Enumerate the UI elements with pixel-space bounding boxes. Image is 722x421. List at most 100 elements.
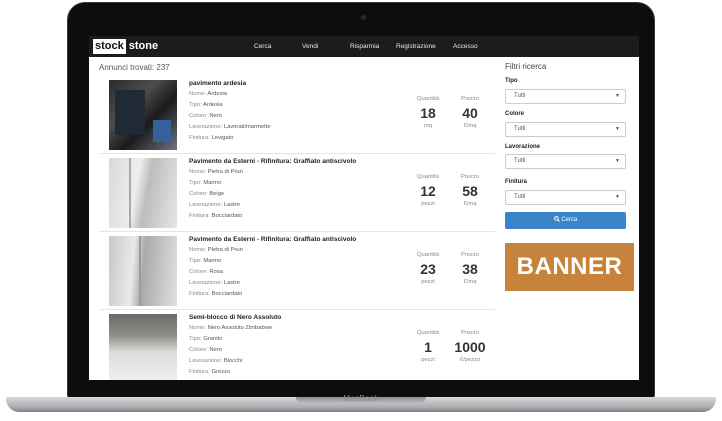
listing-title[interactable]: Pavimento da Esterni - Rifinitura: Graff… <box>189 236 356 243</box>
results-count: Annunci trovati: 237 <box>99 63 170 72</box>
attr-value: Pietra di Prun <box>207 247 243 253</box>
listing-attr-lavorazione: Lavorazione: Lastre <box>189 202 240 208</box>
listing-item[interactable]: pavimento ardesia Nome: Ardesia Tipo: Ar… <box>99 76 495 154</box>
attr-value: Nero <box>209 347 222 353</box>
price-label: Prezzo <box>460 330 480 336</box>
listing-attr-nome: Nome: Nero Assoluto Zimbabwe <box>189 325 272 331</box>
quantity-unit: pezzi <box>421 357 435 363</box>
attr-label: Lavorazione: <box>189 124 223 130</box>
filter-select-value: Tutti <box>514 93 526 99</box>
listing-quantity: Quantità 23 pezzi <box>406 252 450 285</box>
attr-value: Nero <box>209 113 222 119</box>
listing-attr-colore: Colore: Nero <box>189 347 222 353</box>
filter-label-lavorazione: Lavorazione <box>505 144 541 150</box>
listing-attr-finitura: Finitura: Bocciardato <box>189 291 242 297</box>
listing-thumbnail[interactable] <box>109 236 177 306</box>
attr-value: Bocciardato <box>211 213 243 219</box>
attr-label: Colore: <box>189 191 208 197</box>
quantity-unit: mq <box>423 123 433 129</box>
listing-thumbnail[interactable] <box>109 314 177 380</box>
listing-attr-nome: Nome: Pietra di Prun <box>189 247 243 253</box>
price-value: 38 <box>462 261 478 277</box>
listing-attr-nome: Nome: Ardesia <box>189 91 227 97</box>
listing-thumbnail[interactable] <box>109 80 177 150</box>
attr-value: Marmo <box>203 180 222 186</box>
stage: MacBook stock stone Cerca Vendi Risparmi… <box>0 0 722 421</box>
filter-select-finitura[interactable]: Tutti ▼ <box>505 190 626 205</box>
listing-attr-nome: Nome: Pietra di Prun <box>189 169 243 175</box>
listing-item[interactable]: Semi-blocco di Nero Assoluto Nome: Nero … <box>99 310 495 380</box>
attr-value: Lavorati/marmette <box>223 124 271 130</box>
filter-select-value: Tutti <box>514 158 526 164</box>
device-brand-label: MacBook <box>343 394 379 403</box>
attr-value: Ardesia <box>207 91 228 97</box>
listing-price: Prezzo 38 €/mq <box>448 252 492 285</box>
price-value: 1000 <box>454 339 486 355</box>
attr-label: Colore: <box>189 269 208 275</box>
listing-title[interactable]: Pavimento da Esterni - Rifinitura: Graff… <box>189 158 356 165</box>
price-label: Prezzo <box>460 174 480 180</box>
filter-select-tipo[interactable]: Tutti ▼ <box>505 89 626 104</box>
quantity-unit: pezzi <box>421 279 435 285</box>
listing-item[interactable]: Pavimento da Esterni - Rifinitura: Graff… <box>99 232 495 310</box>
attr-label: Lavorazione: <box>189 358 223 364</box>
ad-banner[interactable]: BANNER <box>505 243 634 291</box>
listing-quantity: Quantità 1 pezzi <box>406 330 450 363</box>
attr-value: Rosa <box>209 269 223 275</box>
price-value: 40 <box>462 105 478 121</box>
listing-thumbnail[interactable] <box>109 158 177 228</box>
attr-label: Finitura: <box>189 291 210 297</box>
attr-label: Tipo: <box>189 180 202 186</box>
filter-select-value: Tutti <box>514 194 526 200</box>
quantity-label: Quantità <box>417 174 439 180</box>
chevron-down-icon: ▼ <box>615 93 620 99</box>
price-label: Prezzo <box>460 252 480 258</box>
filter-select-colore[interactable]: Tutti ▼ <box>505 122 626 137</box>
quantity-unit: pezzi <box>421 201 435 207</box>
listing-quantity: Quantità 12 pezzi <box>406 174 450 207</box>
listing-attr-lavorazione: Lavorazione: Blocchi <box>189 358 243 364</box>
listing-item[interactable]: Pavimento da Esterni - Rifinitura: Graff… <box>99 154 495 232</box>
attr-label: Nome: <box>189 169 207 175</box>
nav-risparmia[interactable]: Risparmia <box>350 36 379 57</box>
attr-label: Tipo: <box>189 336 202 342</box>
listing-attr-colore: Colore: Rosa <box>189 269 223 275</box>
filter-label-finitura: Finitura <box>505 179 527 185</box>
nav-cerca[interactable]: Cerca <box>254 36 271 57</box>
chevron-down-icon: ▼ <box>615 126 620 132</box>
price-unit: €/pezzo <box>459 357 481 363</box>
search-button[interactable]: Cerca <box>505 212 626 229</box>
listing-attr-lavorazione: Lavorazione: Lavorati/marmette <box>189 124 271 130</box>
listing-attr-tipo: Tipo: Granito <box>189 336 222 342</box>
nav-accesso[interactable]: Accesso <box>453 36 478 57</box>
attr-value: Bocciardato <box>211 291 243 297</box>
quantity-value: 12 <box>420 183 436 199</box>
logo[interactable]: stock stone <box>93 39 161 54</box>
listing-attr-tipo: Tipo: Marmo <box>189 258 221 264</box>
filter-label-tipo: Tipo <box>505 78 518 84</box>
attr-value: Granito <box>203 336 223 342</box>
nav-registrazione[interactable]: Registrazione <box>396 36 436 57</box>
results-list: pavimento ardesia Nome: Ardesia Tipo: Ar… <box>99 76 495 380</box>
quantity-value: 23 <box>420 261 436 277</box>
listing-attr-finitura: Finitura: Levigato <box>189 135 234 141</box>
attr-label: Nome: <box>189 325 207 331</box>
listing-title[interactable]: pavimento ardesia <box>189 80 246 87</box>
attr-label: Lavorazione: <box>189 202 223 208</box>
listing-attr-finitura: Finitura: Grezzo <box>189 369 230 375</box>
filter-select-value: Tutti <box>514 126 526 132</box>
filter-select-lavorazione[interactable]: Tutti ▼ <box>505 154 626 169</box>
price-unit: €/mq <box>463 279 477 285</box>
attr-value: Levigato <box>211 135 234 141</box>
nav-vendi[interactable]: Vendi <box>302 36 318 57</box>
filters-title: Filtri ricerca <box>505 62 547 71</box>
attr-value: Ardesia <box>202 102 223 108</box>
listing-title[interactable]: Semi-blocco di Nero Assoluto <box>189 314 281 321</box>
attr-value: Beige <box>209 191 225 197</box>
quantity-label: Quantità <box>417 330 439 336</box>
filter-label-colore: Colore <box>505 111 525 117</box>
attr-label: Finitura: <box>189 213 210 219</box>
listing-price: Prezzo 58 €/mq <box>448 174 492 207</box>
search-icon <box>553 216 560 222</box>
logo-part-stone: stone <box>128 40 159 52</box>
